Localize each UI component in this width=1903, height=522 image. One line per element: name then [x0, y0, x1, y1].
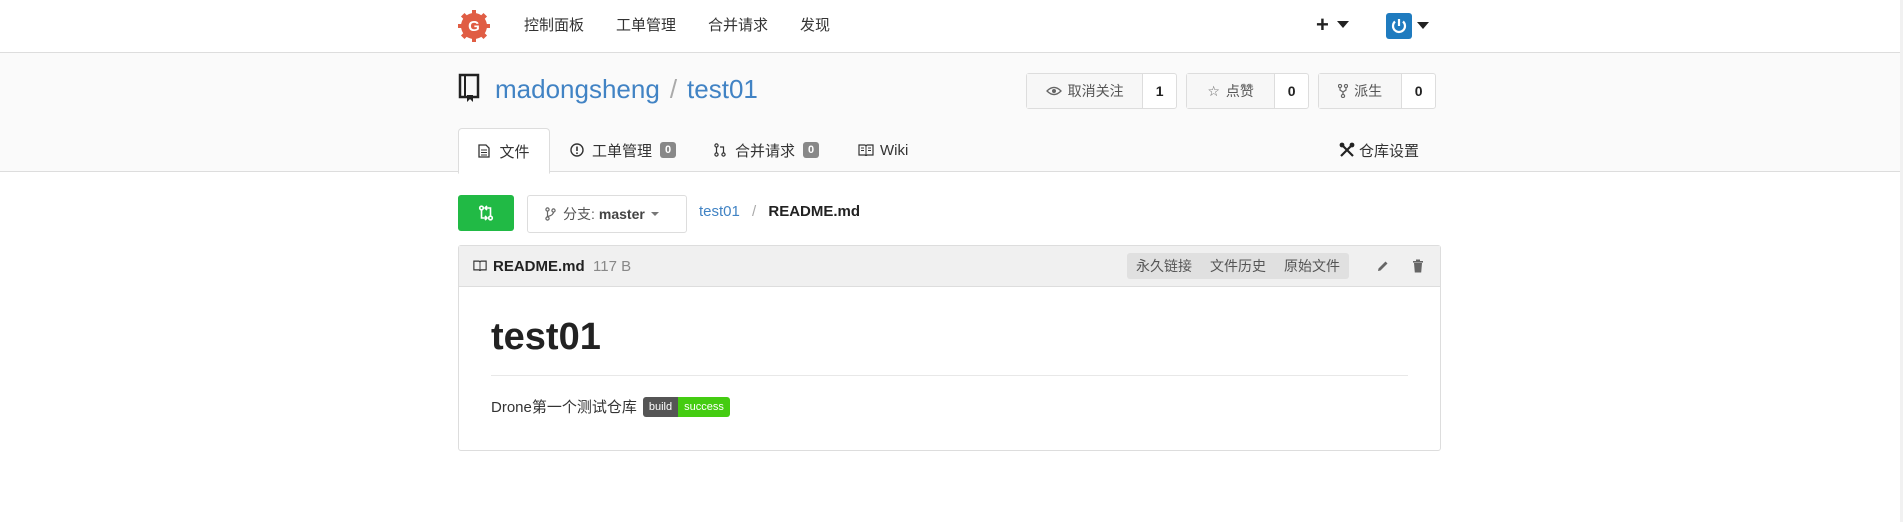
fork-label: 派生: [1354, 83, 1383, 99]
book-icon: [473, 260, 487, 271]
power-icon: [1391, 19, 1407, 33]
pulls-count-badge: 0: [803, 142, 820, 158]
repo-title: madongsheng / test01: [495, 74, 758, 105]
unwatch-label: 取消关注: [1067, 83, 1124, 99]
caret-down-icon: [1336, 21, 1349, 28]
gogs-logo-icon[interactable]: G: [458, 10, 490, 42]
star-button[interactable]: ☆ 点赞: [1187, 74, 1276, 108]
tab-pull-requests[interactable]: 合并请求 0: [714, 128, 820, 172]
file-actions-group: 永久链接 文件历史 原始文件: [1127, 253, 1349, 279]
file-text-icon: [478, 144, 491, 158]
avatar: [1386, 13, 1412, 39]
branch-name: master: [598, 206, 645, 222]
star-button-group: ☆ 点赞 0: [1186, 73, 1309, 109]
tab-issues[interactable]: 工单管理 0: [570, 128, 677, 172]
tab-pulls-label: 合并请求: [735, 142, 796, 160]
unwatch-button[interactable]: 取消关注: [1027, 74, 1144, 108]
breadcrumb-file: README.md: [768, 203, 861, 220]
fork-button-group: 派生 0: [1318, 73, 1436, 109]
repo-name-link[interactable]: test01: [687, 74, 758, 104]
permalink-button[interactable]: 永久链接: [1127, 253, 1201, 279]
fork-icon: [1338, 84, 1349, 98]
repo-title-separator: /: [669, 74, 678, 104]
issue-opened-icon: [570, 143, 584, 157]
tab-settings-label: 仓库设置: [1359, 142, 1420, 160]
readme-heading: test01: [491, 316, 601, 358]
git-branch-icon: [545, 207, 556, 221]
nav-explore[interactable]: 发现: [800, 0, 830, 52]
tab-issues-label: 工单管理: [592, 142, 653, 160]
repo-book-icon: [458, 73, 480, 102]
readme-paragraph: Drone第一个测试仓库 build success: [491, 396, 730, 417]
forks-count[interactable]: 0: [1402, 74, 1435, 108]
tools-icon: [1339, 142, 1355, 157]
eye-icon: [1045, 86, 1062, 96]
pencil-icon[interactable]: [1376, 259, 1390, 273]
branch-dropdown[interactable]: 分支: master: [527, 195, 687, 233]
file-viewer: README.md 117 B 永久链接 文件历史 原始文件 test01 Dr…: [458, 245, 1441, 451]
repo-owner-link[interactable]: madongsheng: [495, 74, 660, 104]
top-navbar: G 控制面板 工单管理 合并请求 发现 +: [0, 0, 1900, 53]
nav-pulls[interactable]: 合并请求: [708, 0, 768, 52]
readme-text: Drone第一个测试仓库: [491, 399, 637, 416]
star-icon: ☆: [1207, 82, 1220, 99]
breadcrumb: test01 / README.md: [699, 203, 860, 220]
user-menu-dropdown[interactable]: [1386, 13, 1429, 39]
compare-pulls-button[interactable]: [458, 195, 514, 231]
caret-down-icon: [650, 211, 659, 216]
tab-wiki-label: Wiki: [880, 141, 909, 159]
tab-wiki[interactable]: Wiki: [858, 128, 908, 172]
readme-heading-divider: [491, 375, 1408, 376]
create-new-dropdown[interactable]: +: [1316, 14, 1349, 36]
fork-button[interactable]: 派生: [1319, 74, 1403, 108]
tab-files-label: 文件: [499, 143, 530, 161]
build-badge-status: success: [678, 396, 730, 417]
watchers-count[interactable]: 1: [1143, 74, 1176, 108]
repo-header: [0, 53, 1900, 172]
history-button[interactable]: 文件历史: [1201, 253, 1275, 279]
book-icon: [858, 144, 874, 156]
star-label: 点赞: [1225, 83, 1254, 99]
build-badge-label: build: [642, 396, 679, 417]
git-compare-icon: [478, 205, 494, 221]
tab-files[interactable]: 文件: [458, 128, 550, 174]
file-size: 117 B: [593, 258, 632, 275]
unwatch-button-group: 取消关注 1: [1026, 73, 1177, 109]
issues-count-badge: 0: [660, 142, 677, 158]
git-pull-request-icon: [714, 143, 726, 157]
tab-repo-settings[interactable]: 仓库设置: [1339, 128, 1419, 172]
breadcrumb-separator: /: [752, 203, 757, 220]
caret-down-icon: [1417, 22, 1429, 29]
trash-icon[interactable]: [1412, 259, 1424, 273]
file-name: README.md: [493, 258, 585, 275]
branch-label: 分支:: [563, 206, 595, 222]
build-status-badge[interactable]: build success: [642, 396, 730, 417]
raw-button[interactable]: 原始文件: [1275, 253, 1349, 279]
svg-text:G: G: [468, 18, 480, 35]
file-header: README.md 117 B 永久链接 文件历史 原始文件: [459, 246, 1440, 287]
stars-count[interactable]: 0: [1275, 74, 1308, 108]
breadcrumb-repo-link[interactable]: test01: [699, 203, 740, 220]
plus-icon: +: [1316, 12, 1329, 37]
nav-issues[interactable]: 工单管理: [616, 0, 676, 52]
nav-dashboard[interactable]: 控制面板: [524, 0, 584, 52]
